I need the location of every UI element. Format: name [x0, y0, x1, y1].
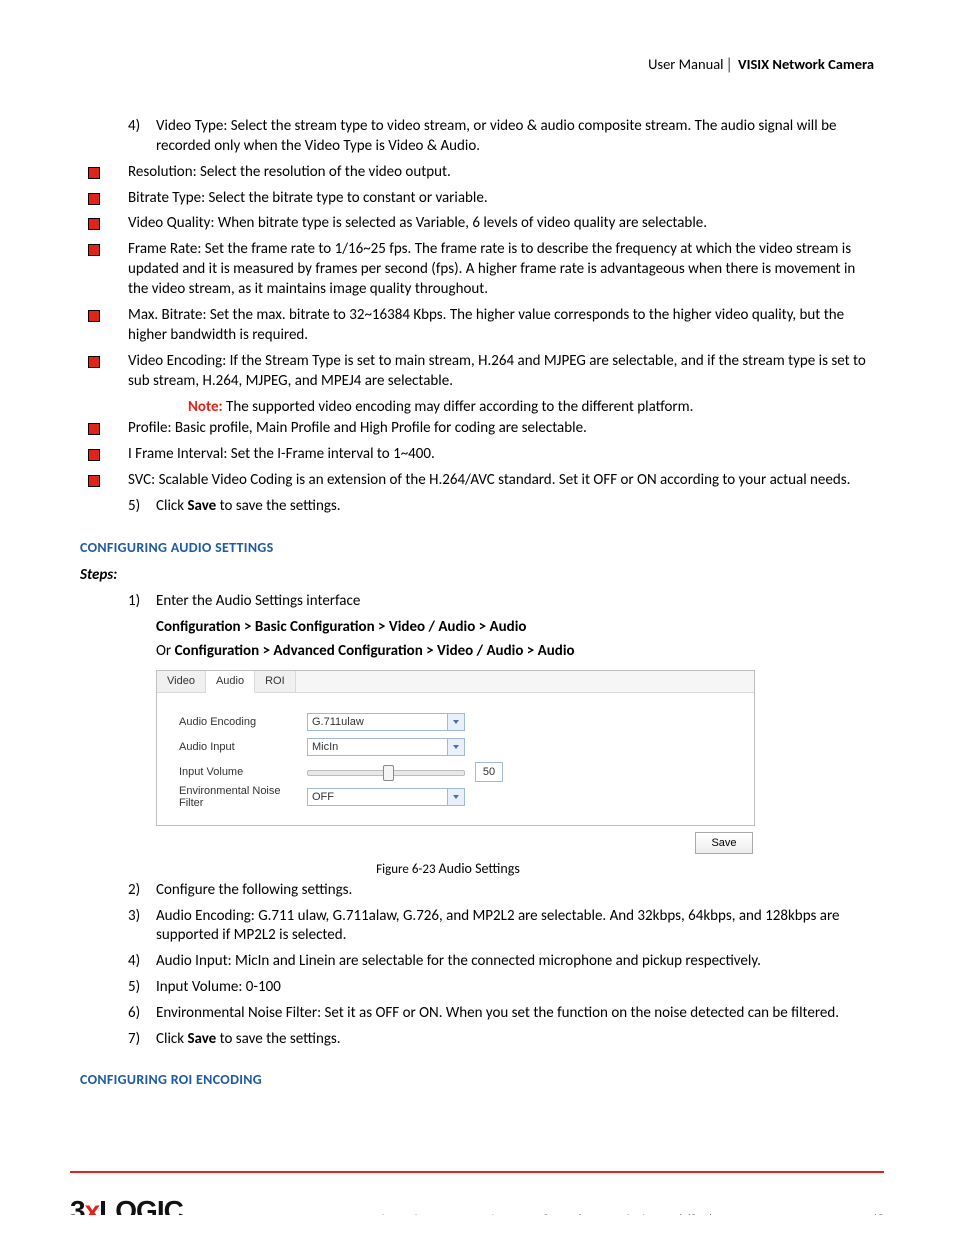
step-4-num: 4)	[128, 117, 156, 157]
bullet-profile: Profile: Basic profile, Main Profile and…	[88, 419, 874, 439]
header-left: User Manual	[648, 55, 723, 73]
audio-step-7: 7) Click Save to save the settings.	[128, 1030, 874, 1050]
page-footer: 3xLOGIC 10225 Westmoor Drive, Suite 300,…	[70, 1185, 884, 1215]
note-text: The supported video encoding may differ …	[223, 398, 694, 416]
bullet-video-encoding: Video Encoding: If the Stream Type is se…	[88, 352, 874, 392]
audio-encoding-select[interactable]: G.711ulaw	[307, 713, 465, 731]
tab-roi[interactable]: ROI	[255, 671, 296, 692]
audio-step-4: 4) Audio Input: MicIn and Linein are sel…	[128, 952, 874, 972]
env-noise-select[interactable]: OFF	[307, 788, 465, 806]
page-number: 43	[856, 1212, 884, 1215]
config-path-2: Or Configuration > Advanced Configuratio…	[156, 642, 874, 660]
bullet-resolution: Resolution: Select the resolution of the…	[88, 163, 874, 183]
step-4-text: Video Type: Select the stream type to vi…	[156, 117, 874, 157]
tab-video[interactable]: Video	[157, 671, 206, 692]
bullet-iframe: I Frame Interval: Set the I-Frame interv…	[88, 445, 874, 465]
input-volume-value[interactable]: 50	[475, 762, 503, 782]
audio-step-3: 3) Audio Encoding: G.711 ulaw, G.711alaw…	[128, 907, 874, 947]
note-label: Note:	[188, 398, 223, 416]
input-volume-slider[interactable]	[307, 763, 465, 781]
env-noise-label: Environmental Noise Filter	[179, 785, 307, 809]
footer-text: 10225 Westmoor Drive, Suite 300, Westmin…	[183, 1212, 856, 1215]
note-line: Note: The supported video encoding may d…	[188, 398, 874, 418]
audio-input-select[interactable]: MicIn	[307, 738, 465, 756]
section-audio-settings: CONFIGURING AUDIO SETTINGS	[80, 539, 874, 556]
tab-audio[interactable]: Audio	[206, 671, 255, 693]
audio-step-6: 6) Environmental Noise Filter: Set it as…	[128, 1004, 874, 1024]
bullet-frame-rate: Frame Rate: Set the frame rate to 1/16~2…	[88, 240, 874, 300]
section-roi-encoding: CONFIGURING ROI ENCODING	[80, 1071, 874, 1088]
bullet-bitrate-type: Bitrate Type: Select the bitrate type to…	[88, 189, 874, 209]
step-5-num: 5)	[128, 497, 156, 517]
brand-logo: 3xLOGIC	[70, 1195, 183, 1215]
bullet-svc: SVC: Scalable Video Coding is an extensi…	[88, 471, 874, 491]
header-right: VISIX Network Camera	[738, 55, 874, 73]
steps-heading: Steps:	[80, 566, 874, 584]
audio-step-5: 5) Input Volume: 0-100	[128, 978, 874, 998]
chevron-down-icon	[447, 789, 464, 805]
step-5: 5) Click Save to save the settings.	[128, 497, 874, 517]
audio-step-1: 1) Enter the Audio Settings interface	[128, 592, 874, 612]
step-4: 4) Video Type: Select the stream type to…	[128, 117, 874, 157]
chevron-down-icon	[447, 714, 464, 730]
audio-input-label: Audio Input	[179, 741, 307, 753]
figure-caption: Figure 6-23 Audio Settings	[128, 860, 768, 877]
footer-rule	[70, 1171, 884, 1173]
config-path-1: Configuration > Basic Configuration > Vi…	[156, 618, 874, 636]
page-header: User Manual│ VISIX Network Camera	[80, 55, 874, 73]
panel-tabs: Video Audio ROI	[157, 671, 754, 693]
save-button[interactable]: Save	[695, 832, 753, 854]
audio-step-2: 2) Configure the following settings.	[128, 881, 874, 901]
input-volume-label: Input Volume	[179, 766, 307, 778]
bullet-video-quality: Video Quality: When bitrate type is sele…	[88, 214, 874, 234]
step-5-text: Click Save to save the settings.	[156, 497, 874, 517]
audio-encoding-label: Audio Encoding	[179, 716, 307, 728]
audio-settings-screenshot: Video Audio ROI Audio Encoding G.711ulaw…	[156, 670, 874, 854]
bullet-max-bitrate: Max. Bitrate: Set the max. bitrate to 32…	[88, 306, 874, 346]
slider-thumb[interactable]	[383, 765, 394, 781]
chevron-down-icon	[447, 739, 464, 755]
